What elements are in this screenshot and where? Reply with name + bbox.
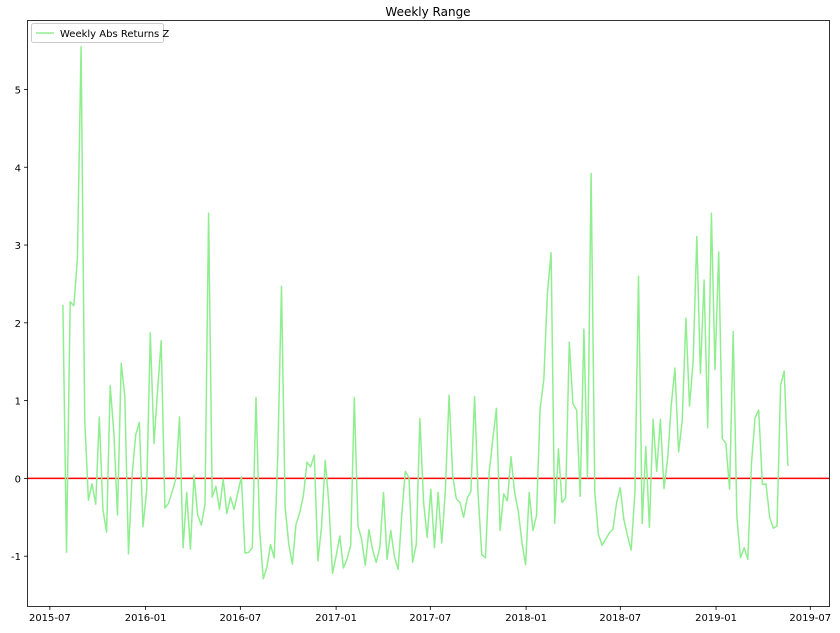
y-tick-label: 0 xyxy=(15,474,21,485)
x-axis: 2015-07 2016-01 2016-07 2017-01 2017-07 2018-… xyxy=(29,606,831,624)
x-tick-label: 2015-07 xyxy=(29,613,71,624)
x-tick-label: 2018-07 xyxy=(599,613,641,624)
y-tick-label: 1 xyxy=(15,397,21,408)
x-tick-label: 2017-01 xyxy=(315,613,357,624)
series-line-weekly-abs-returns-z xyxy=(62,45,789,580)
y-axis: -1 0 1 2 3 4 5 xyxy=(11,85,28,563)
x-tick-label: 2017-07 xyxy=(409,613,451,624)
y-tick-label: 2 xyxy=(15,319,21,330)
x-tick-label: 2019-01 xyxy=(695,613,737,624)
y-tick-label: 4 xyxy=(15,163,21,174)
legend: Weekly Abs Returns Z xyxy=(31,23,169,43)
x-tick-label: 2016-01 xyxy=(125,613,167,624)
chart-title: Weekly Range xyxy=(385,5,470,19)
y-tick-label: 3 xyxy=(15,241,21,252)
y-tick-label: 5 xyxy=(15,85,21,96)
y-tick-label: -1 xyxy=(11,552,21,563)
x-tick-label: 2019-07 xyxy=(789,613,831,624)
x-tick-label: 2018-01 xyxy=(505,613,547,624)
chart: Weekly Range -1 0 1 2 3 4 5 2015-07 2016-01 2016… xyxy=(11,5,831,624)
x-tick-label: 2016-07 xyxy=(219,613,261,624)
legend-label: Weekly Abs Returns Z xyxy=(60,29,169,40)
